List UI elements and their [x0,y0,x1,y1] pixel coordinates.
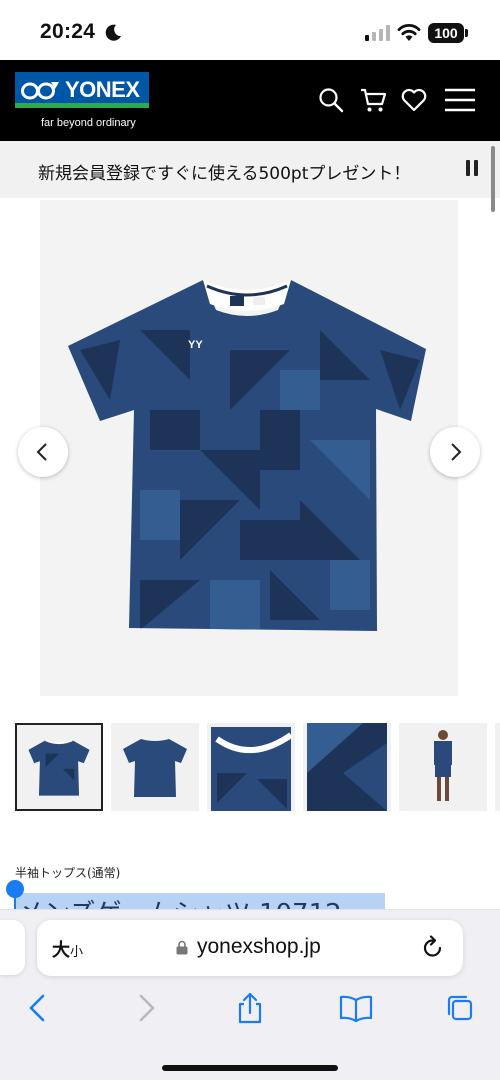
menu-icon[interactable] [444,86,476,114]
yonex-mark-icon [21,82,59,100]
brand-name: YONEX [65,77,140,102]
product-image[interactable]: YY [40,200,458,696]
url-text: yonexshop.jp [197,935,321,958]
address-bar[interactable]: 大小 yonexshop.jp [37,920,463,976]
thumbnail-front[interactable] [15,723,103,811]
moon-icon [105,24,121,41]
scrollbar[interactable] [491,146,495,212]
tabs-icon[interactable] [445,992,475,1024]
home-indicator[interactable] [162,1065,338,1071]
chevron-left-icon [36,443,47,461]
thumbnail-fabric[interactable] [303,723,391,811]
bookmarks-icon[interactable] [339,992,373,1024]
pause-icon[interactable] [466,160,480,178]
svg-text:YY: YY [188,339,203,351]
forward-icon[interactable] [131,992,161,1024]
yonex-logo[interactable]: YONEX [15,72,149,108]
cart-icon[interactable] [359,86,387,114]
status-bar: 20:24 100 [0,0,500,60]
site-header: YONEX far beyond ordinary [0,60,500,141]
thumbnail-back[interactable] [111,723,199,811]
thumbnail-front-image [28,739,90,796]
thumbnail-extra[interactable] [495,723,500,811]
thumbnail-collar[interactable] [207,723,295,811]
status-time: 20:24 [40,20,96,43]
text-size-button[interactable]: 大小 [52,936,83,962]
thumbnail-strip [15,723,500,813]
reload-icon[interactable] [421,935,445,961]
back-icon[interactable] [23,992,53,1024]
search-icon[interactable] [317,86,345,114]
battery-tip [465,29,468,37]
share-icon[interactable] [235,992,265,1024]
brand-tagline: far beyond ordinary [41,117,136,129]
previous-tab-peek[interactable] [0,920,25,975]
heart-icon[interactable] [400,86,428,114]
promo-text: 新規会員登録ですぐに使える500ptプレゼント！ [38,164,411,184]
thumbnail-model-image [434,730,452,805]
gallery-prev-button[interactable] [18,427,68,477]
thumbnail-back-image [123,739,187,797]
lock-icon [176,940,188,955]
gallery-next-button[interactable] [430,427,480,477]
shirt-image: YY [68,280,426,631]
product-category: 半袖トップス(通常) [15,866,121,880]
thumbnail-collar-image [211,727,293,811]
signal-icon [365,25,390,41]
battery-icon: 100 [428,23,464,43]
chevron-right-icon [451,443,462,461]
promo-banner[interactable]: 新規会員登録ですぐに使える500ptプレゼント！ [0,141,500,198]
wifi-icon [397,24,421,41]
thumbnail-model[interactable] [399,723,487,811]
thumbnail-fabric-image [307,723,387,811]
